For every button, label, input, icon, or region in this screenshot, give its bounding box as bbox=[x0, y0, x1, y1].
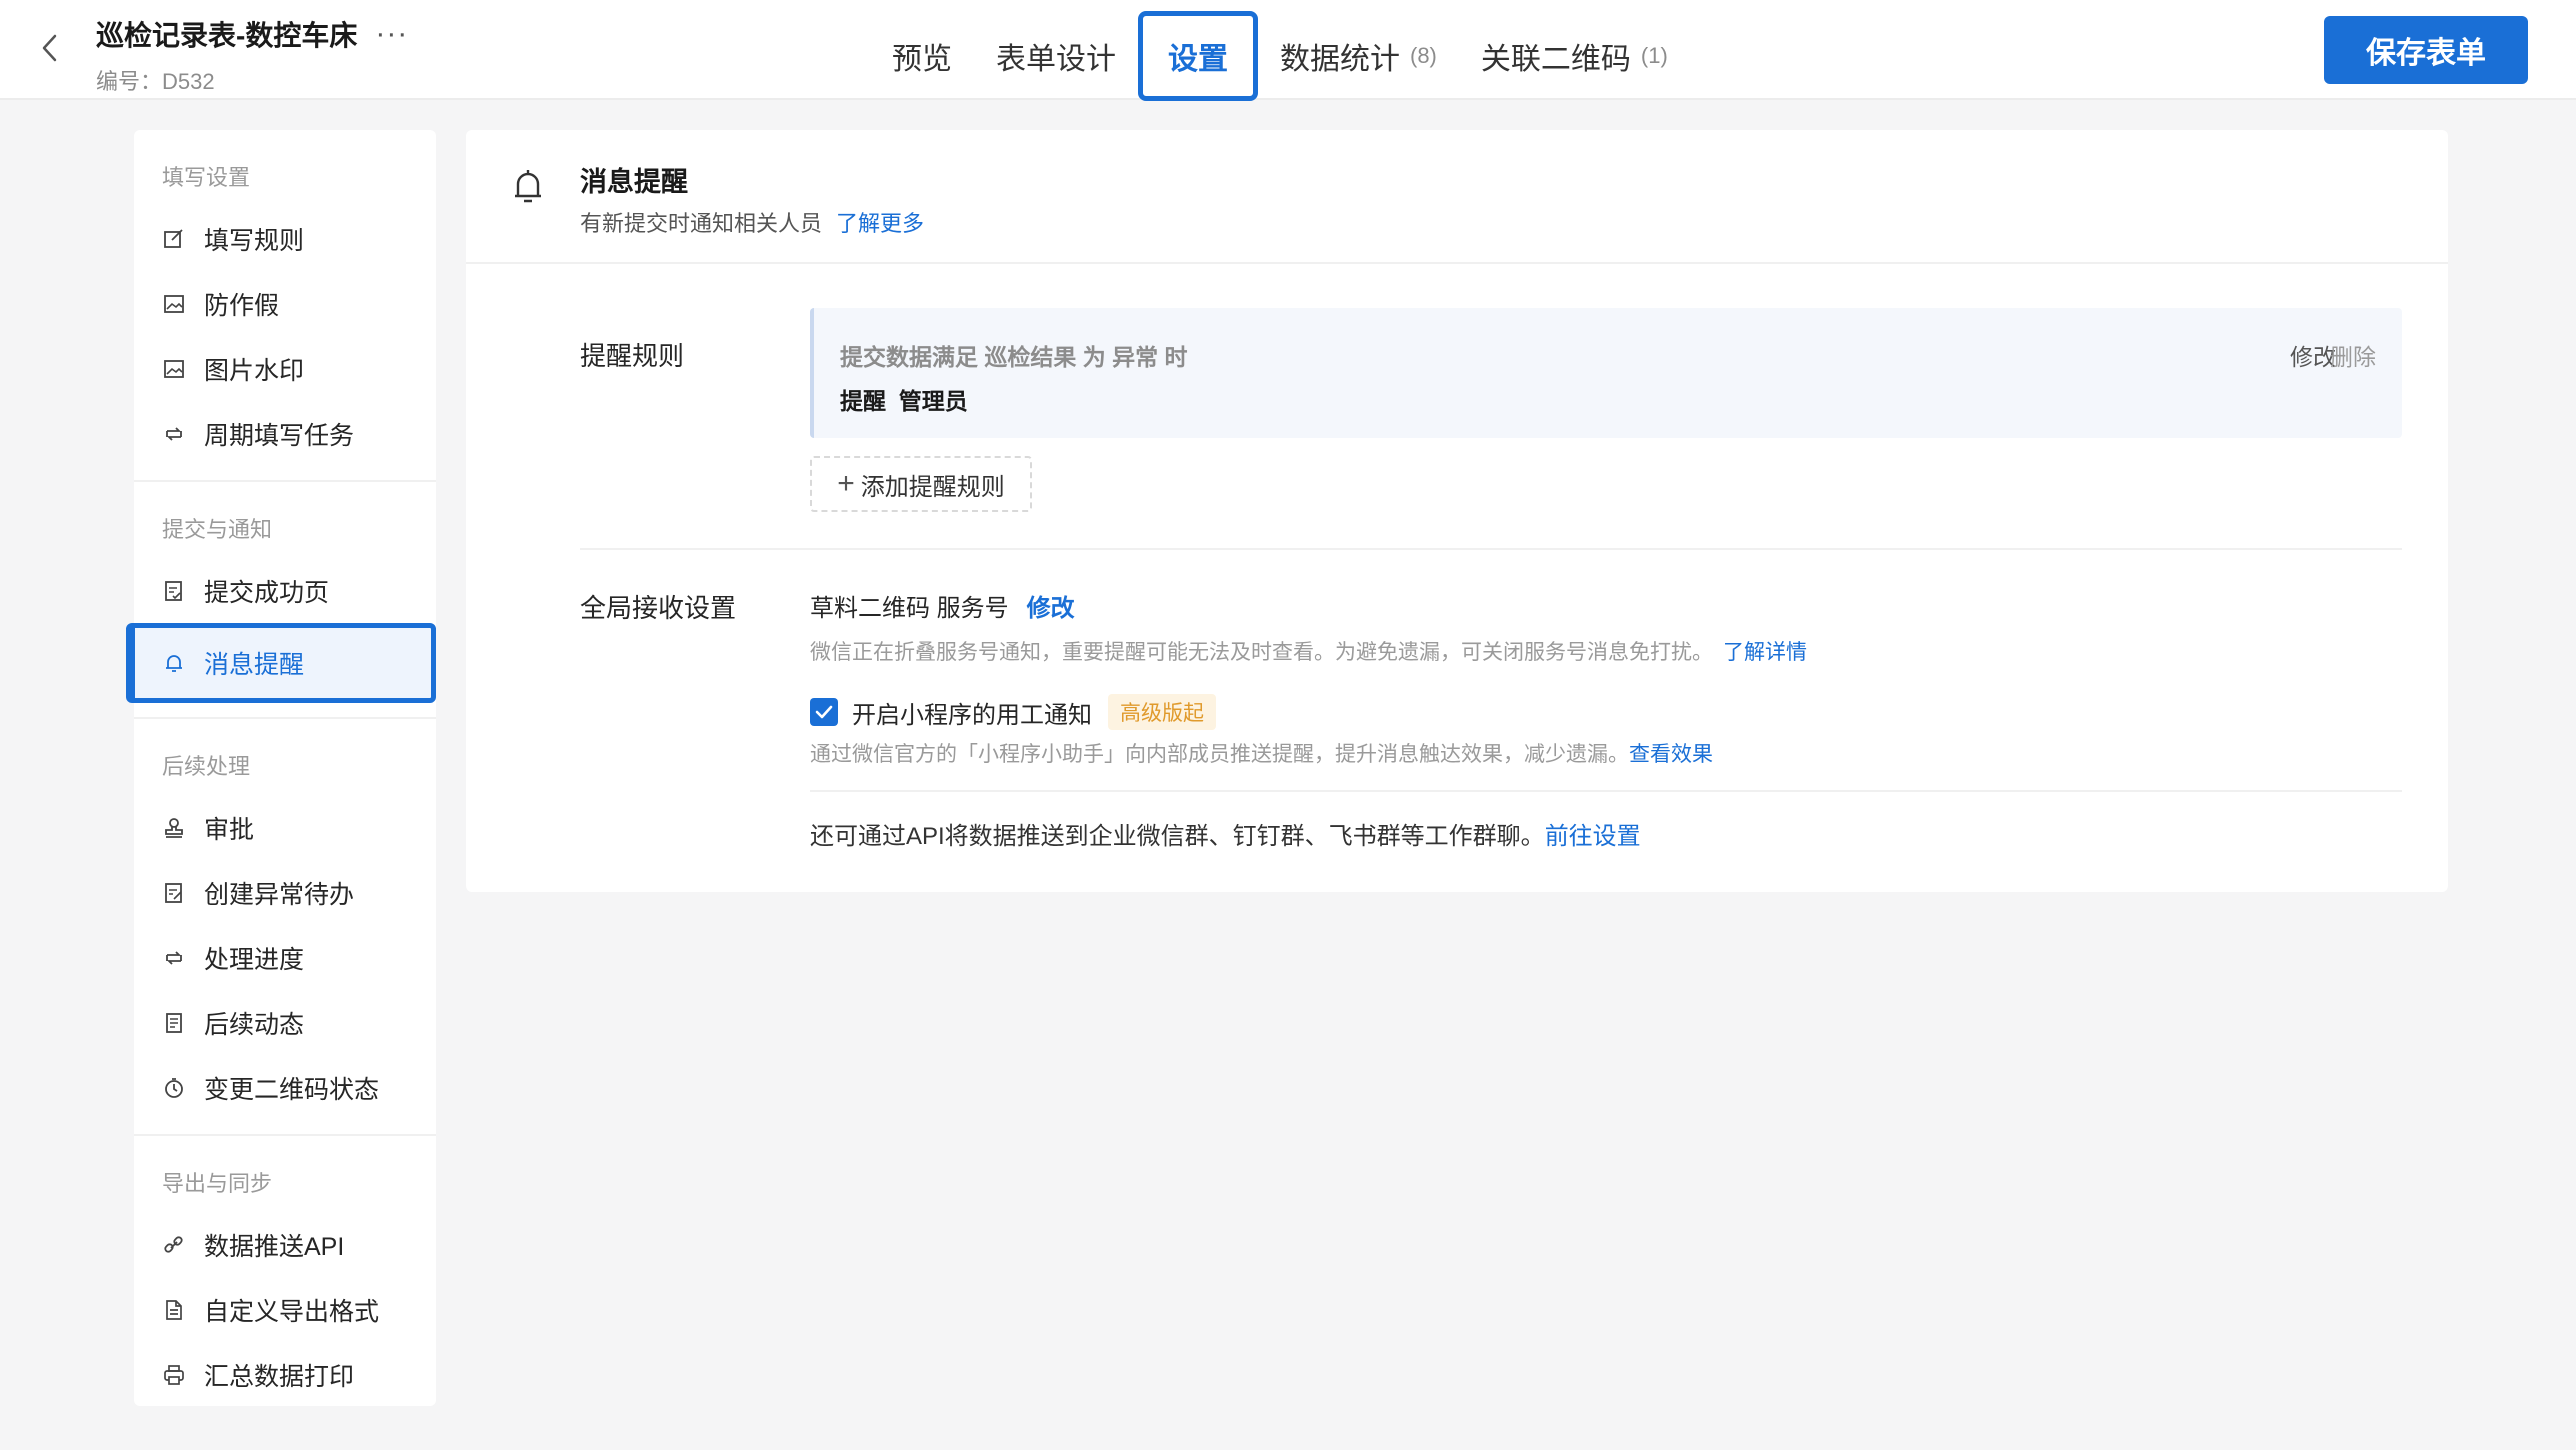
sidebar-item-label: 处理进度 bbox=[204, 945, 305, 974]
global-receive-settings-label: 全局接收设置 bbox=[580, 593, 737, 623]
sidebar-item-label: 防作假 bbox=[204, 291, 280, 320]
sidebar-item-data-push-api[interactable]: 数据推送API bbox=[134, 1212, 436, 1277]
sidebar-group: 填写设置 填写规则 防作假 图片水印 周期填写任务 bbox=[134, 130, 436, 482]
tab-count: (1) bbox=[1640, 43, 1668, 68]
learn-details-link[interactable]: 了解详情 bbox=[1723, 641, 1807, 664]
edit-icon bbox=[162, 227, 186, 251]
mini-program-notify-checkbox[interactable] bbox=[810, 698, 838, 726]
view-effect-link[interactable]: 查看效果 bbox=[1629, 743, 1713, 766]
sidebar-group-title: 后续处理 bbox=[162, 754, 251, 779]
bell-icon bbox=[162, 651, 186, 675]
more-options-button[interactable]: ··· bbox=[375, 19, 408, 49]
doc-edit-icon bbox=[162, 881, 186, 905]
sidebar-group: 后续处理 审批 创建异常待办 处理进度 后续动态 变更二维码状态 bbox=[134, 719, 436, 1136]
service-account-hint: 微信正在折叠服务号通知，重要提醒可能无法及时查看。为避免遗漏，可关闭服务号消息免… bbox=[810, 641, 1807, 664]
tab-count: (8) bbox=[1410, 43, 1437, 68]
doc-list-icon bbox=[162, 1011, 186, 1035]
sidebar-group: 提交与通知 提交成功页 消息提醒 bbox=[126, 482, 436, 719]
sidebar-item-label: 提交成功页 bbox=[204, 578, 330, 607]
cycle-icon bbox=[162, 946, 186, 970]
plus-icon: + bbox=[837, 467, 855, 500]
mini-program-hint: 通过微信官方的「小程序小助手」向内部成员推送提醒，提升消息触达效果，减少遗漏。查… bbox=[810, 743, 1713, 766]
sidebar-group-title: 填写设置 bbox=[162, 165, 251, 190]
tab-form-design[interactable]: 表单设计 bbox=[974, 12, 1138, 100]
sidebar-group: 导出与同步 数据推送API 自定义导出格式 汇总数据打印 bbox=[134, 1136, 436, 1421]
sidebar-item-custom-export-format[interactable]: 自定义导出格式 bbox=[134, 1277, 436, 1342]
sidebar-item-anti-fraud[interactable]: 防作假 bbox=[134, 271, 436, 336]
back-button[interactable] bbox=[30, 26, 70, 70]
sidebar-item-submit-success-page[interactable]: 提交成功页 bbox=[134, 558, 436, 623]
file-icon bbox=[162, 1298, 186, 1322]
sidebar-item-image-watermark[interactable]: 图片水印 bbox=[134, 336, 436, 401]
mini-program-notify-label: 开启小程序的用工通知 bbox=[852, 701, 1092, 729]
save-form-button[interactable]: 保存表单 bbox=[2324, 16, 2528, 84]
message-reminder-panel: 消息提醒 有新提交时通知相关人员 了解更多 提醒规则 提交数据满足 巡检结果 为 … bbox=[466, 130, 2448, 892]
doc-check-icon bbox=[162, 579, 186, 603]
tab-data-statistics[interactable]: 数据统计 (8) bbox=[1258, 12, 1459, 100]
tab-linked-qrcode[interactable]: 关联二维码 (1) bbox=[1459, 12, 1690, 100]
sidebar-item-label: 审批 bbox=[204, 815, 255, 844]
bell-icon bbox=[512, 166, 544, 211]
sidebar-item-approval[interactable]: 审批 bbox=[134, 795, 436, 860]
tab-settings[interactable]: 设置 bbox=[1138, 11, 1258, 101]
sidebar-item-message-reminder[interactable]: 消息提醒 bbox=[126, 623, 436, 703]
sidebar-item-label: 变更二维码状态 bbox=[204, 1075, 380, 1104]
panel-header: 消息提醒 有新提交时通知相关人员 了解更多 bbox=[466, 130, 2448, 264]
divider bbox=[580, 548, 2402, 550]
rule-condition: 提交数据满足 巡检结果 为 异常 时 bbox=[840, 344, 1188, 370]
sidebar-item-label: 后续动态 bbox=[204, 1010, 305, 1039]
reminder-rule-card: 提交数据满足 巡检结果 为 异常 时 提醒 管理员 修改 删除 bbox=[810, 308, 2402, 438]
printer-icon bbox=[162, 1363, 186, 1387]
form-code: 编号：D532 bbox=[96, 69, 215, 94]
sidebar-item-label: 自定义导出格式 bbox=[204, 1297, 380, 1326]
form-title: 巡检记录表-数控车床 bbox=[96, 20, 358, 51]
divider bbox=[810, 790, 2402, 792]
image-icon bbox=[162, 292, 186, 316]
top-tabs: 预览 表单设计 设置 数据统计 (8) 关联二维码 (1) bbox=[870, 10, 1690, 102]
settings-sidebar: 填写设置 填写规则 防作假 图片水印 周期填写任务 提交与通知 提交成功页 消息… bbox=[126, 130, 436, 1406]
sidebar-item-label: 周期填写任务 bbox=[204, 421, 355, 450]
top-header: 巡检记录表-数控车床 ··· 编号：D532 预览 表单设计 设置 数据统计 (… bbox=[0, 0, 2576, 102]
sidebar-item-label: 创建异常待办 bbox=[204, 880, 355, 909]
sidebar-item-label: 填写规则 bbox=[204, 226, 305, 255]
reminder-rules-label: 提醒规则 bbox=[580, 341, 685, 371]
image-icon bbox=[162, 357, 186, 381]
panel-title: 消息提醒 bbox=[580, 167, 688, 197]
sidebar-group-title: 导出与同步 bbox=[162, 1171, 273, 1196]
sidebar-item-summary-print[interactable]: 汇总数据打印 bbox=[134, 1342, 436, 1407]
rule-action: 提醒 管理员 bbox=[840, 388, 968, 414]
sidebar-item-change-qrcode-status[interactable]: 变更二维码状态 bbox=[134, 1055, 436, 1120]
check-icon bbox=[815, 705, 833, 719]
sidebar-item-label: 图片水印 bbox=[204, 356, 305, 385]
delete-rule-button[interactable]: 删除 bbox=[2330, 338, 2376, 372]
mini-program-notify-row: 开启小程序的用工通知 高级版起 bbox=[810, 694, 1216, 730]
api-push-line: 还可通过API将数据推送到企业微信群、钉钉群、飞书群等工作群聊。前往设置 bbox=[810, 823, 1641, 850]
sidebar-item-progress[interactable]: 处理进度 bbox=[134, 925, 436, 990]
sidebar-item-fill-rules[interactable]: 填写规则 bbox=[134, 206, 436, 271]
sidebar-item-label: 汇总数据打印 bbox=[204, 1362, 355, 1391]
tab-preview[interactable]: 预览 bbox=[870, 12, 974, 100]
sidebar-item-label: 消息提醒 bbox=[204, 651, 305, 679]
sidebar-item-periodic-task[interactable]: 周期填写任务 bbox=[134, 401, 436, 466]
sidebar-group-title: 提交与通知 bbox=[162, 517, 273, 542]
add-reminder-rule-button[interactable]: + 添加提醒规则 bbox=[810, 456, 1032, 512]
sidebar-item-label: 数据推送API bbox=[204, 1232, 345, 1261]
premium-badge: 高级版起 bbox=[1108, 694, 1216, 730]
title-block: 巡检记录表-数控车床 ··· 编号：D532 bbox=[96, 14, 408, 96]
cycle-icon bbox=[162, 422, 186, 446]
learn-more-link[interactable]: 了解更多 bbox=[836, 211, 924, 236]
panel-subtitle: 有新提交时通知相关人员 了解更多 bbox=[580, 211, 925, 236]
sidebar-item-create-exception-todo[interactable]: 创建异常待办 bbox=[134, 860, 436, 925]
sidebar-item-follow-up-activity[interactable]: 后续动态 bbox=[134, 990, 436, 1055]
chevron-left-icon bbox=[42, 34, 57, 62]
stamp-icon bbox=[162, 816, 186, 840]
service-account-name: 草料二维码 服务号 bbox=[810, 595, 1009, 622]
clock-icon bbox=[162, 1076, 186, 1100]
service-account-line: 草料二维码 服务号 修改 bbox=[810, 588, 1075, 623]
edit-service-account-link[interactable]: 修改 bbox=[1027, 595, 1075, 622]
link-icon bbox=[162, 1233, 186, 1257]
go-to-settings-link[interactable]: 前往设置 bbox=[1545, 823, 1641, 850]
